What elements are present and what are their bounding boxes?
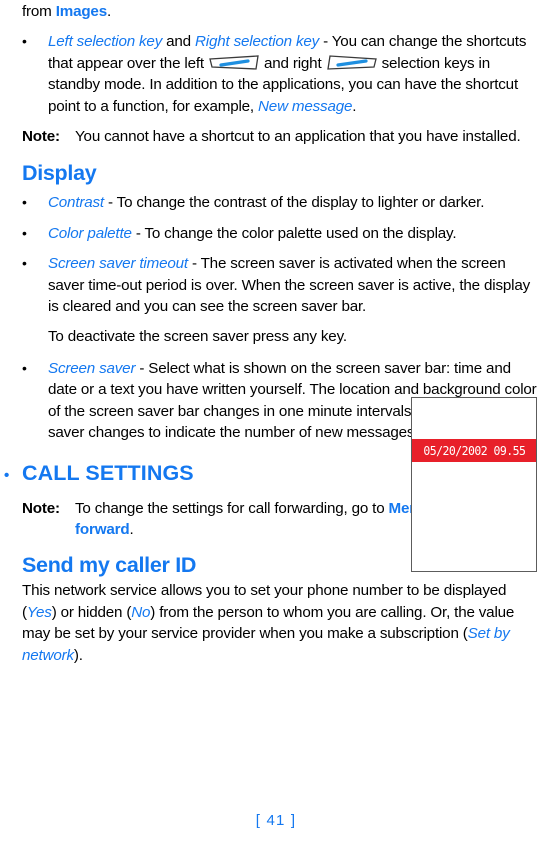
lead-prefix: from	[22, 3, 56, 20]
bullet-content: Left selection key and Right selection k…	[48, 31, 538, 117]
continued-sentence: from Images.	[22, 0, 538, 22]
note-label: Note:	[22, 128, 60, 146]
term-color-palette: Color palette	[48, 224, 132, 242]
bullet-text-4: .	[352, 97, 357, 115]
bullet-marker	[22, 223, 48, 244]
conjunction: and	[162, 33, 195, 51]
images-link[interactable]: Images	[56, 3, 107, 20]
heading-call-settings-label: CALL SETTINGS	[22, 460, 194, 485]
heading-bullet-icon	[4, 463, 22, 489]
bullet-screen-saver-timeout: Screen saver timeout - The screen saver …	[22, 253, 538, 348]
note-label: Note:	[22, 499, 60, 517]
bullet-marker	[22, 192, 48, 213]
note-shortcut: Note: You cannot have a shortcut to an a…	[22, 126, 538, 147]
document-page: from Images. Left selection key and Righ…	[0, 0, 552, 841]
value-no: No	[131, 603, 151, 621]
bullet-followup: To deactivate the screen saver press any…	[48, 328, 347, 346]
term-left-selection-key: Left selection key	[48, 33, 163, 51]
term-contrast: Contrast	[48, 194, 104, 212]
paragraph-text-4: ).	[73, 646, 83, 664]
screen-saver-bar: 05/20/2002 09.55	[412, 439, 536, 462]
value-yes: Yes	[26, 603, 52, 621]
bullet-marker	[22, 253, 48, 274]
caller-id-paragraph: This network service allows you to set y…	[22, 580, 538, 666]
page-number-footer: [ 41 ]	[255, 812, 297, 829]
bullet-text: - To change the contrast of the display …	[103, 194, 485, 212]
left-selection-key-icon	[208, 53, 260, 73]
bullet-color-palette: Color palette - To change the color pale…	[22, 223, 538, 244]
term-new-message: New message	[258, 97, 353, 115]
note-text: You cannot have a shortcut to an applica…	[75, 128, 521, 146]
bullet-text-2: and right	[259, 54, 326, 72]
paragraph-text-2: ) or hidden (	[51, 603, 132, 621]
bullet-selection-key: Left selection key and Right selection k…	[22, 31, 538, 117]
bullet-content: Contrast - To change the contrast of the…	[48, 192, 538, 213]
term-screen-saver: Screen saver	[48, 359, 136, 377]
lead-suffix: .	[106, 3, 112, 20]
bullet-marker	[22, 31, 48, 52]
bullet-content: Screen saver timeout - The screen saver …	[48, 253, 538, 348]
bullet-content: Color palette - To change the color pale…	[48, 223, 538, 244]
bullet-marker	[22, 358, 48, 379]
bullet-contrast: Contrast - To change the contrast of the…	[22, 192, 538, 213]
screen-saver-timestamp: 05/20/2002 09.55	[423, 443, 525, 458]
screen-saver-illustration: 05/20/2002 09.55	[411, 397, 537, 572]
term-right-selection-key: Right selection key	[195, 33, 320, 51]
bullet-paragraph: Screen saver timeout - The screen saver …	[48, 253, 538, 317]
right-selection-key-icon	[326, 53, 378, 73]
bullet-text: - To change the color palette used on th…	[131, 224, 457, 242]
note-suffix: .	[129, 520, 134, 538]
note-prefix: To change the settings for call forwardi…	[75, 499, 389, 517]
heading-display: Display	[22, 161, 97, 186]
term-screen-saver-timeout: Screen saver timeout	[48, 255, 188, 273]
